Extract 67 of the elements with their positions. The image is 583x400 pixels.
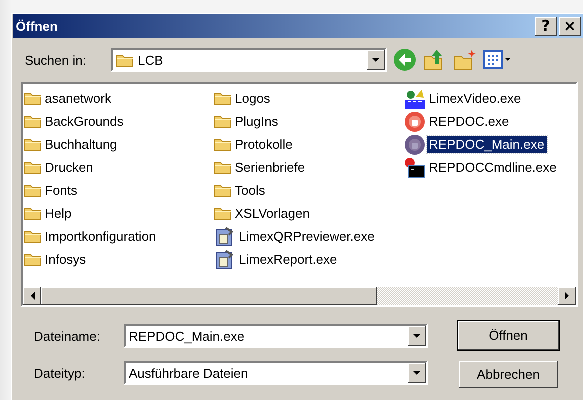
file-item[interactable]: BackGrounds (43, 113, 126, 130)
file-item[interactable]: Infosys (43, 251, 88, 268)
help-button[interactable]: ? (535, 16, 557, 36)
file-item[interactable]: XSLVorlagen (233, 205, 312, 222)
file-item[interactable]: LimexVideo.exe (427, 90, 524, 107)
folder-icon (24, 252, 42, 267)
scroll-thumb[interactable] (41, 287, 377, 305)
file-item[interactable]: Buchhaltung (43, 136, 120, 153)
disc-icon (404, 134, 426, 156)
folder-icon (214, 114, 232, 129)
open-button[interactable]: Öffnen (458, 321, 559, 350)
cancel-button[interactable]: Abbrechen (459, 361, 558, 388)
dropdown-button[interactable] (408, 326, 426, 346)
caret-icon (413, 370, 421, 376)
folder-icon (24, 160, 42, 175)
folder-icon (214, 206, 232, 221)
look-in-dropdown[interactable]: LCB (111, 48, 387, 72)
file-item[interactable]: Serienbriefe (233, 159, 308, 176)
file-name-field[interactable]: REPDOC_Main.exe (124, 324, 428, 348)
file-name-label: Dateiname: (34, 328, 102, 344)
file-item[interactable]: REPDOC_Main.exe (427, 136, 547, 153)
file-item[interactable]: REPDOC.exe (427, 113, 512, 130)
file-item[interactable]: Importkonfiguration (43, 228, 158, 245)
console-icon (404, 156, 426, 178)
caret-icon (372, 58, 380, 62)
file-item[interactable]: LimexQRPreviewer.exe (237, 228, 377, 245)
folder-icon (24, 91, 42, 106)
file-type-field[interactable]: Ausführbare Dateien (124, 361, 428, 385)
view-menu-icon[interactable] (483, 49, 513, 71)
folder-icon (24, 114, 42, 129)
application-icon (214, 248, 236, 270)
dropdown-button[interactable] (408, 363, 426, 383)
left-arrow-icon (30, 292, 34, 300)
video-icon (404, 88, 426, 110)
folder-icon (116, 52, 134, 68)
horizontal-scrollbar[interactable] (23, 287, 576, 305)
file-item[interactable]: Fonts (43, 182, 80, 199)
folder-icon (214, 183, 232, 198)
file-type-label: Dateityp: (34, 366, 86, 380)
folder-icon (214, 91, 232, 106)
dropdown-button[interactable] (367, 50, 385, 70)
file-item[interactable]: Drucken (43, 159, 96, 176)
look-in-label: Suchen in: (24, 52, 88, 68)
file-item[interactable]: REPDOCCmdline.exe (427, 159, 559, 176)
file-item[interactable]: Logos (233, 90, 272, 107)
scroll-right-button[interactable] (558, 287, 576, 305)
back-icon[interactable] (393, 48, 417, 72)
folder-icon (24, 229, 42, 244)
folder-name: LCB (138, 52, 164, 68)
file-item[interactable]: LimexReport.exe (237, 251, 340, 268)
application-icon (214, 226, 236, 248)
file-item[interactable]: PlugIns (233, 113, 280, 130)
file-item[interactable]: Tools (233, 182, 268, 199)
file-item[interactable]: asanetwork (43, 90, 114, 107)
folder-icon (24, 183, 42, 198)
file-item[interactable]: Help (43, 205, 74, 222)
caret-icon (413, 334, 421, 338)
close-button[interactable]: × (559, 16, 581, 36)
disc-icon (404, 110, 426, 132)
folder-icon (24, 206, 42, 221)
folder-icon (24, 137, 42, 152)
right-arrow-icon (564, 292, 570, 300)
scroll-left-button[interactable] (23, 287, 41, 305)
folder-icon (214, 160, 232, 175)
folder-icon (214, 137, 232, 152)
window-title: Öffnen (16, 18, 59, 34)
file-item[interactable]: Protokolle (233, 136, 295, 153)
